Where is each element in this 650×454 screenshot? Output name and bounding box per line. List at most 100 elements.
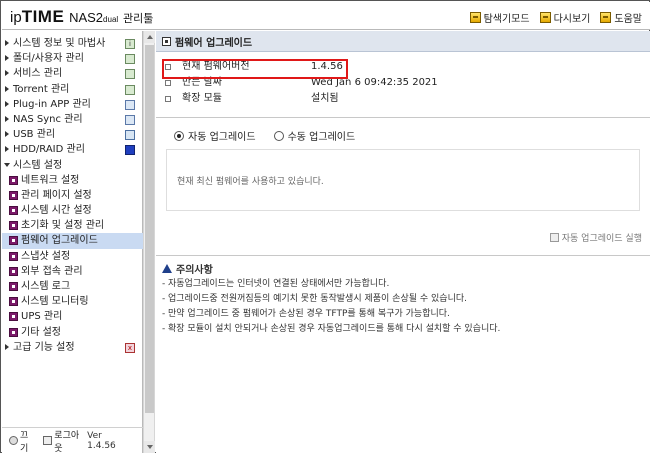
radio-unselected-icon <box>273 130 284 141</box>
chevron-right-icon <box>5 100 9 107</box>
torrent-icon <box>125 84 135 95</box>
auto-upgrade-label: 자동 업그레이드 <box>188 132 256 143</box>
run-auto-upgrade-button[interactable]: 자동 업그레이드 실행 <box>549 231 642 244</box>
scroll-down-icon[interactable] <box>144 441 155 453</box>
sidebar-item-service[interactable]: 서비스 관리 <box>2 66 143 81</box>
upgrade-mode-radios: 자동 업그레이드 수동 업그레이드 <box>174 128 355 143</box>
version-highlight-box <box>162 59 348 79</box>
chevron-right-icon <box>5 146 9 153</box>
logo-model-suffix: dual <box>103 15 119 24</box>
refresh-button[interactable]: 다시보기 <box>539 10 591 25</box>
sidebar-item-label: 고급 기능 설정 <box>13 341 75 353</box>
plugin-icon <box>125 99 135 110</box>
info-icon: i <box>125 39 135 49</box>
refresh-label: 다시보기 <box>553 14 591 25</box>
sidebar-item-system-time[interactable]: 시스템 시간 설정 <box>2 203 143 218</box>
sidebar-item-ups[interactable]: UPS 관리 <box>2 309 143 324</box>
sidebar-item-network-settings[interactable]: 네트워크 설정 <box>2 173 143 188</box>
explorer-mode-button[interactable]: 탐색기모드 <box>469 10 530 25</box>
chevron-right-icon <box>5 131 9 138</box>
status-message: 현재 최신 펌웨어를 사용하고 있습니다. <box>177 177 324 187</box>
sidebar-item-system-log[interactable]: 시스템 로그 <box>2 279 143 294</box>
chevron-right-icon <box>5 70 9 77</box>
iptime-logo: ipTIME NAS2dual 관리툴 <box>10 7 153 27</box>
sidebar-item-label: 시스템 로그 <box>21 281 71 292</box>
sidebar-item-misc-settings[interactable]: 기타 설정 <box>2 325 143 340</box>
sidebar-item-nas-sync[interactable]: NAS Sync 관리 <box>2 112 143 127</box>
logout-icon <box>43 436 53 445</box>
power-off-button[interactable]: 끄기 <box>9 428 36 454</box>
top-bar: ipTIME NAS2dual 관리툴 탐색기모드 다시보기 도움말 <box>2 2 650 30</box>
sidebar-item-system-monitoring[interactable]: 시스템 모니터링 <box>2 294 143 309</box>
sidebar-section-label: 시스템 설정 <box>13 159 63 171</box>
list-item: 업그레이드중 전원꺼짐등의 예기치 못한 동작발생시 제품이 손상될 수 있습니… <box>162 292 642 307</box>
manual-upgrade-radio[interactable]: 수동 업그레이드 <box>273 128 356 143</box>
scroll-up-icon[interactable] <box>144 31 155 43</box>
list-item: 자동업그레이드는 인터넷이 연결된 상태에서만 가능합니다. <box>162 277 642 292</box>
manual-upgrade-label: 수동 업그레이드 <box>287 132 356 143</box>
logo-admin: 관리툴 <box>122 13 154 25</box>
chevron-right-icon <box>5 85 9 92</box>
submenu-icon <box>9 236 18 246</box>
page-title-text: 펌웨어 업그레이드 <box>175 37 253 49</box>
advanced-icon: x <box>125 342 135 353</box>
upgrade-icon <box>549 233 559 242</box>
sidebar-item-usb[interactable]: USB 관리 <box>2 127 143 142</box>
logo-ip: ip <box>10 9 22 26</box>
submenu-icon <box>9 190 18 200</box>
submenu-icon <box>9 175 18 185</box>
submenu-icon <box>9 282 18 291</box>
radio-selected-icon <box>174 130 184 141</box>
sidebar-item-reset-settings[interactable]: 초기화 및 설정 관리 <box>2 218 143 233</box>
service-icon <box>125 69 135 80</box>
hdd-icon <box>125 145 135 156</box>
usb-icon <box>125 130 135 141</box>
sidebar-item-remote-access[interactable]: 외부 접속 관리 <box>2 264 143 279</box>
sidebar-item-firmware-upgrade[interactable]: 펌웨어 업그레이드 <box>2 233 143 249</box>
sidebar-item-folder-user[interactable]: 폴더/사용자 관리 <box>2 51 143 66</box>
logout-button[interactable]: 로그아웃 <box>43 428 87 454</box>
sidebar-section-system-settings[interactable]: 시스템 설정 <box>2 158 143 173</box>
sidebar-item-hdd-raid[interactable]: HDD/RAID 관리 <box>2 142 143 157</box>
divider <box>156 255 650 256</box>
chevron-right-icon <box>5 115 9 122</box>
submenu-icon <box>9 266 18 276</box>
top-links: 탐색기모드 다시보기 도움말 <box>469 10 642 25</box>
sidebar-item-label: 펌웨어 업그레이드 <box>21 235 98 247</box>
sidebar-item-label: 관리 페이지 설정 <box>21 189 92 201</box>
chevron-right-icon <box>5 343 9 350</box>
sidebar-item-system-info[interactable]: 시스템 정보 및 마법사 i <box>2 36 143 51</box>
folder-icon <box>125 54 135 65</box>
scrollbar-thumb[interactable] <box>145 45 154 413</box>
status-message-box: 현재 최신 펌웨어를 사용하고 있습니다. <box>166 149 640 211</box>
chevron-right-icon <box>5 40 9 46</box>
chevron-down-icon <box>4 162 10 167</box>
help-button[interactable]: 도움말 <box>600 10 642 25</box>
sidebar-item-admin-page-settings[interactable]: 관리 페이지 설정 <box>2 188 143 203</box>
notes-list: 자동업그레이드는 인터넷이 연결된 상태에서만 가능합니다. 업그레이드중 전원… <box>162 277 642 337</box>
sidebar-menu: 시스템 정보 및 마법사 i 폴더/사용자 관리 서비스 관리 Torrent … <box>2 36 143 355</box>
sidebar-item-label: 서비스 관리 <box>13 68 63 80</box>
power-icon <box>9 436 18 445</box>
auto-upgrade-radio[interactable]: 자동 업그레이드 <box>174 128 256 143</box>
sidebar: 시스템 정보 및 마법사 i 폴더/사용자 관리 서비스 관리 Torrent … <box>2 31 143 454</box>
divider <box>156 117 650 118</box>
help-icon <box>600 12 612 23</box>
refresh-icon <box>539 12 551 23</box>
main-content: 펌웨어 업그레이드 현재 펌웨어버전 1.4.56 만든 날짜 Wed Jan … <box>156 31 650 453</box>
sidebar-item-label: Plug-in APP 관리 <box>13 98 91 110</box>
submenu-icon <box>9 297 18 307</box>
notes-title: 주의사항 <box>162 261 642 276</box>
notes-section: 주의사항 자동업그레이드는 인터넷이 연결된 상태에서만 가능합니다. 업그레이… <box>162 261 642 337</box>
submenu-icon <box>9 206 18 216</box>
sidebar-scrollbar[interactable] <box>143 31 155 453</box>
sidebar-item-torrent[interactable]: Torrent 관리 <box>2 82 143 97</box>
sidebar-item-snapshot[interactable]: 스냅샷 설정 <box>2 249 143 264</box>
submenu-icon <box>9 312 18 322</box>
sidebar-item-label: 기타 설정 <box>21 326 61 338</box>
sidebar-item-plugin-app[interactable]: Plug-in APP 관리 <box>2 97 143 112</box>
page-title: 펌웨어 업그레이드 <box>156 31 650 52</box>
bullet-icon <box>165 96 171 102</box>
sidebar-item-label: 네트워크 설정 <box>21 174 80 186</box>
sidebar-item-advanced[interactable]: 고급 기능 설정 x <box>2 340 143 355</box>
